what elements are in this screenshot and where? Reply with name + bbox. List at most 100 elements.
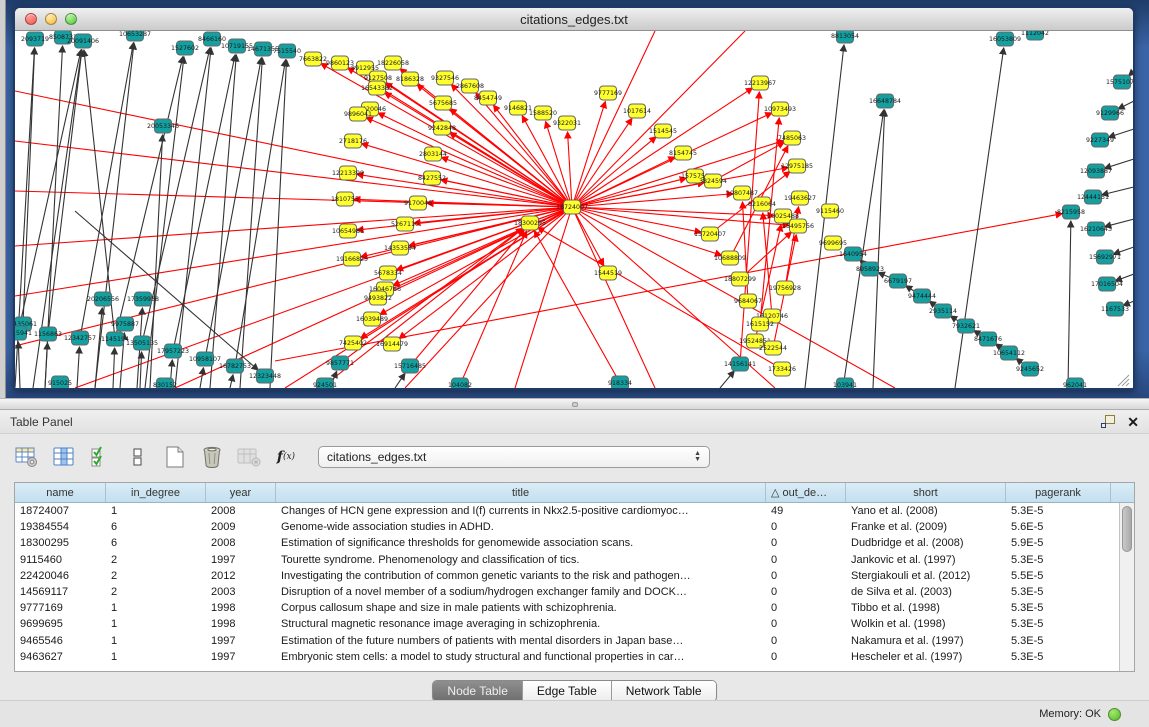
table-cell[interactable]: 0	[766, 616, 846, 632]
table-cell[interactable]: Tourette syndrome. Phenomenology and cla…	[276, 552, 766, 568]
table-cell[interactable]: Nakamura et al. (1997)	[846, 633, 1006, 649]
graph-node-1527602[interactable]: 1527602	[171, 41, 199, 55]
graph-node-10654985[interactable]: 10654985	[332, 224, 364, 238]
graph-node-10653287[interactable]: 10653287	[119, 31, 151, 41]
table-cell[interactable]: Dudbridge et al. (2008)	[846, 535, 1006, 551]
table-cell[interactable]: Estimation of significance thresholds fo…	[276, 535, 766, 551]
table-cell[interactable]: 0	[766, 552, 846, 568]
graph-node-9474444[interactable]: 9474444	[908, 289, 936, 303]
graph-node-6679197[interactable]: 6679197	[884, 274, 912, 288]
table-cell[interactable]: Disruption of a novel member of a sodium…	[276, 584, 766, 600]
table-cell[interactable]: 1	[106, 633, 206, 649]
scrollbar-thumb[interactable]	[1122, 506, 1132, 552]
network-window[interactable]: citations_edges.txt 20937198508731200914…	[13, 6, 1135, 390]
table-cell[interactable]: 18300295	[15, 535, 106, 551]
table-cell[interactable]: 49	[766, 503, 846, 519]
graph-node-9699695[interactable]: 9699695	[819, 236, 847, 250]
table-row[interactable]: 946554611997Estimation of the future num…	[15, 633, 1119, 649]
table-cell[interactable]: 2008	[206, 503, 276, 519]
table-cell[interactable]: 5.3E-5	[1006, 503, 1111, 519]
table-cell[interactable]: 2012	[206, 568, 276, 584]
graph-node-1588520[interactable]: 1588520	[529, 106, 557, 120]
graph-node-1514545[interactable]: 1514545	[649, 124, 677, 138]
graph-node-15720407[interactable]: 15720407	[694, 227, 726, 241]
graph-node-9146821[interactable]: 9146821	[504, 101, 532, 115]
table-cell[interactable]: 1	[106, 503, 206, 519]
graph-node-1810755[interactable]: 1810755	[331, 192, 359, 206]
graph-node-14156141[interactable]: 14156141	[724, 357, 756, 371]
table-cell[interactable]: Wolkin et al. (1998)	[846, 616, 1006, 632]
graph-node-5675685[interactable]: 5675685	[429, 96, 457, 110]
window-resize-grip[interactable]	[1114, 372, 1130, 387]
table-cell[interactable]: 2	[106, 584, 206, 600]
graph-node-17016504[interactable]: 17016504	[1091, 277, 1123, 291]
graph-node-1017614[interactable]: 1017614	[623, 104, 651, 118]
column-header-name[interactable]: name	[15, 483, 106, 502]
table-cell[interactable]: Changes of HCN gene expression and I(f) …	[276, 503, 766, 519]
table-cell[interactable]: Estimation of the future numbers of pati…	[276, 633, 766, 649]
network-window-titlebar[interactable]: citations_edges.txt	[15, 8, 1133, 31]
graph-node-9170046[interactable]: 9170046	[404, 196, 432, 210]
table-settings-icon[interactable]	[14, 444, 40, 470]
column-header-short[interactable]: short	[846, 483, 1006, 502]
graph-node-2093719[interactable]: 2093719	[21, 32, 49, 46]
table-cell[interactable]: 9115460	[15, 552, 106, 568]
column-header-pagerank[interactable]: pagerank	[1006, 483, 1111, 502]
table-cell[interactable]: 14569117	[15, 584, 106, 600]
graph-node-15751074[interactable]: 15751074	[1106, 75, 1133, 89]
graph-node-8215958[interactable]: 8215958	[1057, 205, 1085, 219]
graph-node-8813054[interactable]: 8813054	[831, 31, 859, 43]
table-cell[interactable]: 5.5E-5	[1006, 568, 1111, 584]
graph-node-12213399[interactable]: 12213399	[332, 166, 364, 180]
graph-node-13505135[interactable]: 13505135	[126, 336, 158, 350]
graph-node-16782753[interactable]: 16782753	[219, 359, 251, 373]
table-cell[interactable]: 5.9E-5	[1006, 535, 1111, 551]
graph-node-9857771[interactable]: 9857771	[326, 356, 354, 370]
graph-node-18226058[interactable]: 18226058	[377, 56, 409, 70]
table-cell[interactable]: 9465546	[15, 633, 106, 649]
select-columns-icon[interactable]	[88, 444, 114, 470]
table-cell[interactable]: 1	[106, 616, 206, 632]
show-columns-icon[interactable]	[51, 444, 77, 470]
function-builder-icon[interactable]: f(x)	[273, 444, 299, 470]
graph-node-12093887[interactable]: 12093887	[1080, 164, 1112, 178]
table-cell[interactable]: 2	[106, 552, 206, 568]
table-cell[interactable]: 1997	[206, 649, 276, 665]
table-cell[interactable]: Embryonic stem cells: a model to study s…	[276, 649, 766, 665]
graph-node-103941[interactable]: 103941	[833, 378, 857, 390]
graph-node-830152[interactable]: 830152	[153, 378, 177, 390]
graph-node-104082[interactable]: 104082	[448, 378, 472, 390]
graph-node-8454749[interactable]: 8454749	[474, 91, 502, 105]
graph-node-9684067[interactable]: 9684067	[734, 294, 762, 308]
graph-node-924501[interactable]: 924501	[313, 378, 337, 390]
table-cell[interactable]: 2	[106, 568, 206, 584]
splitter-handle-icon[interactable]	[572, 402, 578, 407]
new-table-icon[interactable]	[162, 444, 188, 470]
graph-node-1112042[interactable]: 1112042	[1021, 31, 1049, 40]
table-select-dropdown[interactable]: citations_edges.txt ▲▼	[318, 446, 710, 468]
table-cell[interactable]: 5.3E-5	[1006, 600, 1111, 616]
tab-node-table[interactable]: Node Table	[433, 681, 523, 701]
graph-node-19756928[interactable]: 19756928	[769, 281, 801, 295]
table-cell[interactable]: Structural magnetic resonance image aver…	[276, 616, 766, 632]
memory-ok-indicator-icon[interactable]	[1108, 708, 1121, 721]
table-cell[interactable]: 1997	[206, 633, 276, 649]
float-window-icon[interactable]	[1101, 415, 1115, 428]
graph-node-8471676[interactable]: 8471676	[974, 332, 1002, 346]
graph-node-1167533[interactable]: 1167533	[1101, 302, 1129, 316]
table-row[interactable]: 1938455462009Genome-wide association stu…	[15, 519, 1119, 535]
table-cell[interactable]: Stergiakouli et al. (2012)	[846, 568, 1006, 584]
graph-node-20206556[interactable]: 20206556	[87, 292, 119, 306]
table-cell[interactable]: 1997	[206, 552, 276, 568]
panel-splitter[interactable]	[0, 398, 1149, 410]
graph-node-2867608[interactable]: 2867608	[456, 79, 484, 93]
column-header-title[interactable]: title	[276, 483, 766, 502]
table-row[interactable]: 1456911722003Disruption of a novel membe…	[15, 584, 1119, 600]
table-cell[interactable]: 2003	[206, 584, 276, 600]
graph-node-10654112[interactable]: 10654112	[993, 346, 1025, 360]
graph-node-2803144[interactable]: 2803144	[419, 147, 447, 161]
table-cell[interactable]: 5.3E-5	[1006, 649, 1111, 665]
table-row[interactable]: 1872400712008Changes of HCN gene express…	[15, 503, 1119, 519]
table-cell[interactable]: 1998	[206, 600, 276, 616]
table-cell[interactable]: 2008	[206, 535, 276, 551]
